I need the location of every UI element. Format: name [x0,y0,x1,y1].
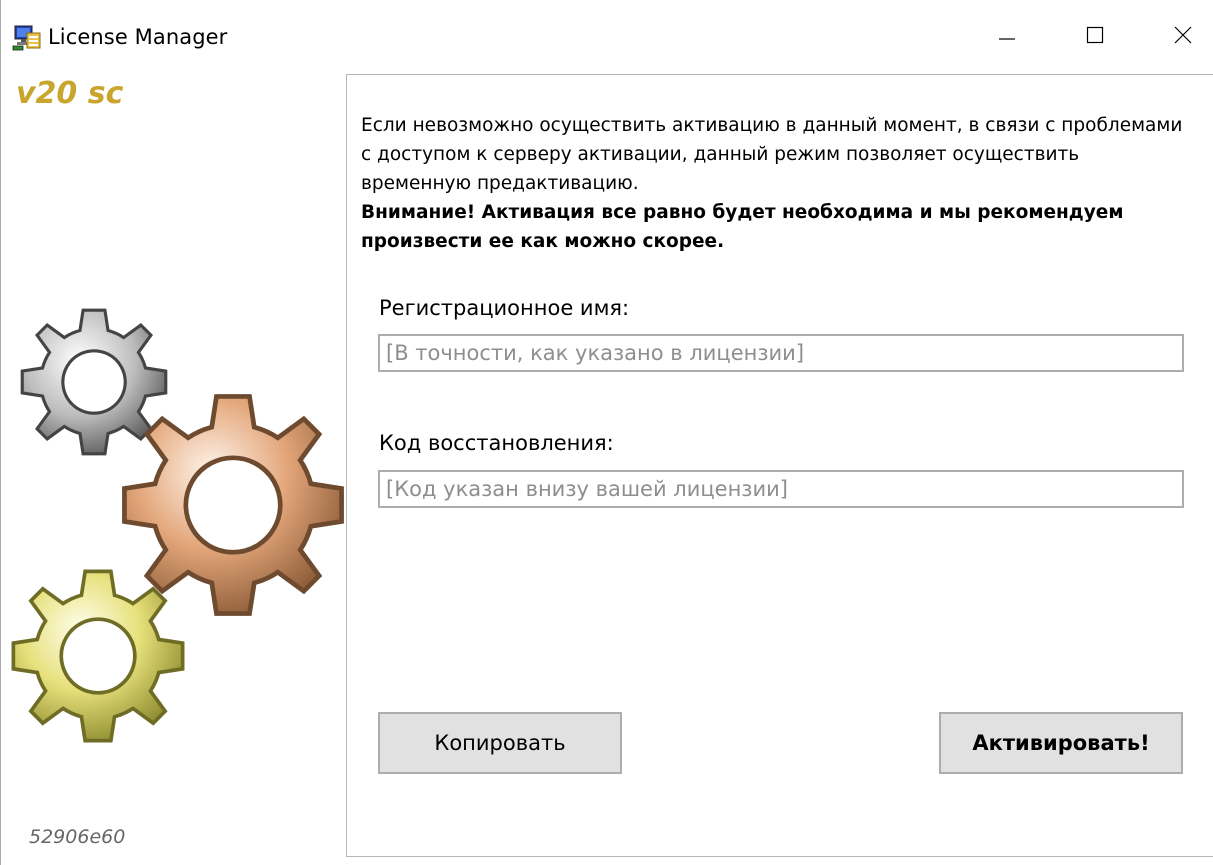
registration-name-input[interactable] [378,334,1184,372]
gold-gear [11,569,185,743]
recovery-code-label: Код восстановления: [379,431,614,455]
notice-message: Если невозможно осуществить активацию в … [361,115,1183,194]
gears-illustration [11,308,346,743]
activate-button[interactable]: Активировать! [939,712,1183,774]
close-icon [1174,26,1192,44]
minimize-button[interactable] [977,12,1037,58]
maximize-icon [1086,26,1104,44]
warning-message: Внимание! Активация все равно будет необ… [361,202,1124,252]
recovery-code-input[interactable] [378,470,1184,508]
serial-number: 52906e60 [29,826,126,848]
bronze-gear [124,396,341,613]
minimize-icon [999,38,1015,40]
computer-icon [12,25,41,51]
license-manager-window: License Manager v20 sc 52906e60 Если нев… [0,0,1213,865]
maximize-button[interactable] [1065,12,1125,58]
notice-text: Если невозможно осуществить активацию в … [361,111,1191,256]
window-title: License Manager [48,25,228,49]
registration-name-label: Регистрационное имя: [379,296,630,320]
sidebar: v20 sc 52906e60 [1,70,346,865]
close-button[interactable] [1153,12,1213,58]
version-label: v20 sc [16,76,124,111]
copy-button[interactable]: Копировать [378,712,622,774]
activation-panel: Если невозможно осуществить активацию в … [346,74,1213,857]
silver-gear [20,308,168,456]
title-bar[interactable]: License Manager [1,0,1213,70]
